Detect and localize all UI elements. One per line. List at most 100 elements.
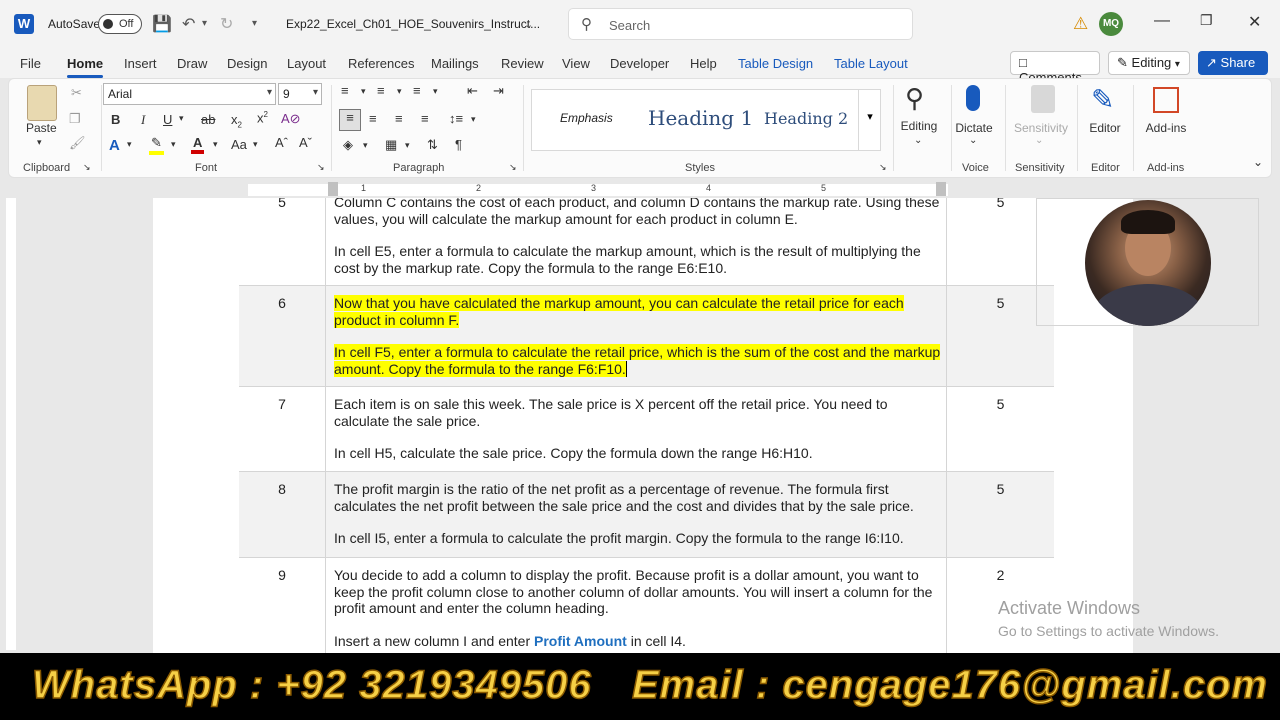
align-right-icon[interactable]: ≡ [395, 111, 403, 126]
editing-button[interactable]: Editing [899, 119, 939, 133]
line-spacing-icon[interactable]: ↕≡ [449, 111, 463, 126]
document-title[interactable]: Exp22_Excel_Ch01_HOE_Souvenirs_Instruct.… [286, 17, 540, 31]
microphone-icon[interactable] [966, 85, 980, 111]
font-name-select[interactable]: Arial ▾ [103, 83, 276, 105]
autosave-toggle[interactable]: Off [98, 14, 142, 34]
font-color-dropdown-icon[interactable]: ▾ [213, 139, 218, 150]
clipboard-launcher-icon[interactable]: ↘ [83, 162, 91, 173]
styles-launcher-icon[interactable]: ↘ [879, 162, 887, 173]
customize-qat-icon[interactable]: ▾ [252, 18, 257, 29]
editing-dropdown-icon[interactable]: ⌄ [914, 135, 922, 146]
cut-icon[interactable]: ✂ [71, 85, 82, 101]
editing-mode-button[interactable]: ✎ Editing ▾ [1108, 51, 1190, 75]
styles-more-icon[interactable]: ▾ [858, 90, 881, 150]
highlight-icon[interactable]: ✎ [149, 135, 164, 155]
redo-icon[interactable]: ↻ [220, 14, 233, 34]
avatar[interactable]: MQ [1099, 12, 1123, 36]
tab-help[interactable]: Help [690, 56, 717, 71]
borders-icon[interactable]: ▦ [385, 137, 397, 153]
borders-dropdown-icon[interactable]: ▾ [405, 140, 410, 151]
minimize-icon[interactable]: — [1154, 12, 1170, 30]
tab-draw[interactable]: Draw [177, 56, 207, 71]
paragraph-launcher-icon[interactable]: ↘ [509, 162, 517, 173]
tab-layout[interactable]: Layout [287, 56, 326, 71]
restore-icon[interactable]: ❐ [1200, 12, 1213, 29]
undo-icon[interactable]: ↶ [182, 14, 195, 34]
paste-dropdown-icon[interactable]: ▾ [37, 137, 42, 148]
sensitivity-dropdown-icon[interactable]: ⌄ [1035, 135, 1043, 146]
text-effects-dropdown-icon[interactable]: ▾ [127, 139, 132, 150]
justify-icon[interactable]: ≡ [421, 111, 429, 126]
align-center-icon[interactable]: ≡ [369, 111, 377, 126]
tab-table-layout[interactable]: Table Layout [834, 56, 908, 71]
underline-icon[interactable]: U [163, 112, 172, 127]
shading-dropdown-icon[interactable]: ▾ [363, 140, 368, 151]
strikethrough-icon[interactable]: ab [201, 112, 215, 127]
tab-home[interactable]: Home [67, 56, 104, 78]
right-indent-marker[interactable] [936, 182, 946, 196]
style-emphasis[interactable]: Emphasis [560, 111, 613, 125]
tab-insert[interactable]: Insert [124, 56, 157, 71]
change-case-dropdown-icon[interactable]: ▾ [253, 139, 258, 150]
line-spacing-dropdown-icon[interactable]: ▾ [471, 114, 476, 125]
text-effects-icon[interactable]: A [109, 137, 120, 154]
show-formatting-icon[interactable]: ¶ [455, 137, 462, 152]
addins-button[interactable]: Add-ins [1143, 121, 1189, 135]
superscript-icon[interactable]: x2 [257, 110, 268, 125]
sensitivity-button[interactable]: Sensitivity [1009, 121, 1073, 135]
underline-dropdown-icon[interactable]: ▾ [179, 113, 184, 124]
dictate-button[interactable]: Dictate [953, 121, 995, 135]
clear-formatting-icon[interactable]: A⊘ [281, 111, 301, 127]
close-icon[interactable]: ✕ [1248, 12, 1261, 32]
italic-icon[interactable]: I [141, 112, 145, 128]
clipboard-icon[interactable] [27, 85, 57, 121]
comments-button[interactable]: □ Comments [1010, 51, 1100, 85]
find-icon[interactable]: ⚲ [905, 83, 924, 114]
tab-file[interactable]: File [20, 56, 41, 71]
align-left-icon[interactable]: ≡ [339, 109, 361, 131]
tab-references[interactable]: References [348, 56, 414, 71]
tab-mailings[interactable]: Mailings [431, 56, 479, 71]
font-size-select[interactable]: 9 ▾ [278, 83, 322, 105]
change-case-icon[interactable]: Aa [231, 137, 247, 152]
increase-indent-icon[interactable]: ⇥ [493, 83, 504, 99]
tab-view[interactable]: View [562, 56, 590, 71]
dictate-dropdown-icon[interactable]: ⌄ [969, 135, 977, 146]
indent-marker[interactable] [328, 182, 338, 196]
addins-icon[interactable] [1153, 87, 1179, 113]
editor-icon[interactable]: ✎ [1091, 83, 1114, 116]
style-heading-1[interactable]: Heading 1 [648, 106, 753, 130]
tab-developer[interactable]: Developer [610, 56, 669, 71]
document-page[interactable]: 5 Column C contains the cost of each pro… [153, 198, 1133, 653]
warning-icon[interactable]: ⚠ [1073, 14, 1088, 34]
style-heading-2[interactable]: Heading 2 [764, 109, 848, 128]
tab-design[interactable]: Design [227, 56, 267, 71]
tab-review[interactable]: Review [501, 56, 544, 71]
numbering-icon[interactable]: ≡ [377, 83, 385, 98]
editor-button[interactable]: Editor [1085, 121, 1125, 135]
undo-dropdown-icon[interactable]: ▾ [202, 18, 207, 29]
grow-font-icon[interactable]: Aˆ [275, 135, 288, 150]
multilevel-list-icon[interactable]: ≡ [413, 83, 421, 98]
bullets-icon[interactable]: ≡ [341, 83, 349, 98]
copy-icon[interactable]: ❐ [69, 111, 81, 127]
share-button[interactable]: ↗ Share [1198, 51, 1268, 75]
highlight-dropdown-icon[interactable]: ▾ [171, 139, 176, 150]
collapse-ribbon-icon[interactable]: ⌄ [1253, 155, 1263, 169]
paste-button[interactable]: Paste [26, 121, 57, 135]
font-launcher-icon[interactable]: ↘ [317, 162, 325, 173]
numbering-dropdown-icon[interactable]: ▾ [397, 86, 402, 97]
decrease-indent-icon[interactable]: ⇤ [467, 83, 478, 99]
sort-icon[interactable]: ⇅ [427, 137, 438, 153]
tab-table-design[interactable]: Table Design [738, 56, 813, 71]
search-input[interactable]: ⚲ Search [568, 8, 913, 40]
bold-icon[interactable]: B [111, 112, 120, 127]
bullets-dropdown-icon[interactable]: ▾ [361, 86, 366, 97]
shading-icon[interactable]: ◈ [343, 137, 353, 153]
title-chevron-down-icon[interactable]: ⌄ [524, 18, 533, 31]
font-color-icon[interactable]: A [191, 135, 205, 154]
subscript-icon[interactable]: x2 [231, 112, 242, 130]
multilevel-dropdown-icon[interactable]: ▾ [433, 86, 438, 97]
format-painter-icon[interactable]: 🖌 [69, 135, 86, 151]
save-icon[interactable]: 💾 [152, 14, 172, 34]
